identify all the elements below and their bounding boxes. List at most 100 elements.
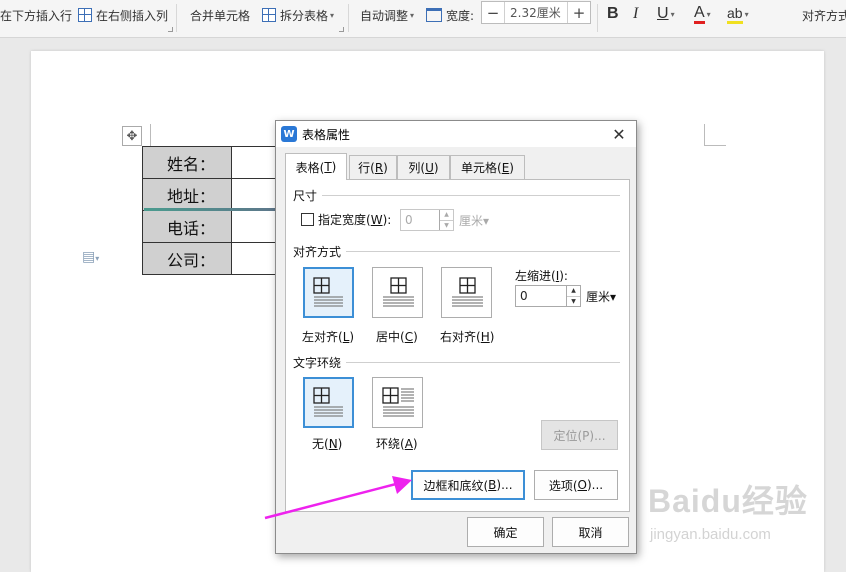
borders-shading-button[interactable]: 边框和底纹(B)... bbox=[411, 470, 525, 500]
table-cell[interactable]: 地址： bbox=[142, 178, 232, 211]
align-left-icon bbox=[313, 277, 343, 307]
option-key: N bbox=[328, 437, 338, 451]
ok-button[interactable]: 确定 bbox=[467, 517, 544, 547]
fixed-width-unit-dropdown[interactable]: 厘米▾ bbox=[459, 212, 489, 229]
section-divider bbox=[322, 195, 620, 196]
align-right-label: 右对齐(H) bbox=[440, 328, 494, 345]
insert-column-icon bbox=[78, 8, 92, 22]
split-table-icon bbox=[262, 8, 276, 22]
italic-button[interactable]: I bbox=[633, 3, 638, 25]
ribbon-toolbar: 在下方插入行 在右侧插入列 合并单元格 拆分表格 ▾ 自动调整 ▾ 宽度: − … bbox=[0, 0, 846, 38]
table-row: 姓名： bbox=[142, 146, 292, 179]
tab-table[interactable]: 表格(T) bbox=[285, 153, 347, 180]
section-divider bbox=[346, 362, 620, 363]
underline-label: U bbox=[657, 5, 669, 22]
alignment-section-heading: 对齐方式 bbox=[293, 244, 342, 259]
insert-column-right-button[interactable]: 在右侧插入列 bbox=[78, 4, 168, 26]
watermark-brand: Baidu经验 bbox=[648, 483, 808, 519]
font-color-button[interactable]: A ▾ bbox=[694, 3, 711, 25]
step-down-icon[interactable]: ▼ bbox=[567, 297, 580, 307]
chevron-down-icon: ▾ bbox=[670, 9, 675, 19]
dialog-title-bar: W 表格属性 ✕ bbox=[276, 121, 636, 147]
left-indent-label: 左缩进(I): bbox=[515, 267, 568, 284]
width-stepper[interactable]: − 2.32厘米 + bbox=[481, 1, 591, 24]
table-tab-panel: 尺寸 指定宽度(W): 0 ▲ ▼ 厘米▾ 对齐方式 左对齐(L) 居中(C) … bbox=[285, 179, 630, 512]
baidu-watermark: Baidu经验 jingyan.baidu.com bbox=[648, 476, 838, 566]
split-table-button[interactable]: 拆分表格 ▾ bbox=[262, 4, 334, 26]
step-up-icon[interactable]: ▲ bbox=[440, 210, 453, 221]
underline-button[interactable]: U ▾ bbox=[657, 3, 675, 25]
option-key: A bbox=[404, 437, 413, 451]
wrap-none-icon bbox=[313, 387, 343, 417]
tab-label-end: ) bbox=[331, 160, 337, 174]
move-icon: ✥ bbox=[126, 128, 138, 144]
option-end: ) bbox=[489, 330, 495, 344]
group-launcher[interactable] bbox=[168, 27, 173, 32]
tab-row[interactable]: 行(R) bbox=[349, 155, 397, 179]
tab-label: 单元格( bbox=[461, 161, 502, 175]
option-end: ) bbox=[349, 330, 355, 344]
wrap-none-option[interactable] bbox=[303, 377, 354, 428]
step-down-icon[interactable]: ▼ bbox=[440, 221, 453, 231]
options-button[interactable]: 选项(O)... bbox=[534, 470, 618, 500]
tab-label-end: ) bbox=[383, 160, 388, 175]
table-cell[interactable]: 公司： bbox=[142, 242, 232, 275]
chevron-down-icon: ▾ bbox=[744, 9, 749, 19]
tab-column[interactable]: 列(U) bbox=[397, 155, 450, 179]
align-right-option[interactable] bbox=[441, 267, 492, 318]
table-cell[interactable]: 姓名： bbox=[142, 146, 232, 179]
wrap-around-icon bbox=[382, 387, 414, 417]
align-left-option[interactable] bbox=[303, 267, 354, 318]
button-text: 选项( bbox=[548, 478, 578, 493]
wrapping-section-heading: 文字环绕 bbox=[293, 355, 342, 370]
fixed-width-input[interactable]: 0 bbox=[401, 210, 439, 230]
table-properties-dialog: W 表格属性 ✕ 表格(T) 行(R) 列(U) 单元格(E) 尺寸 指定宽度(… bbox=[275, 120, 637, 554]
insert-row-below-button[interactable]: 在下方插入行 bbox=[0, 4, 72, 26]
cancel-button[interactable]: 取消 bbox=[552, 517, 629, 547]
align-center-icon bbox=[383, 277, 414, 307]
option-end: ) bbox=[413, 330, 418, 344]
width-input[interactable]: 2.32厘米 bbox=[504, 2, 568, 23]
option-end: ) bbox=[412, 437, 418, 451]
option-text: 环绕( bbox=[376, 437, 405, 451]
table-cell[interactable]: 电话： bbox=[142, 210, 232, 243]
highlight-button[interactable]: ab ▾ bbox=[727, 3, 749, 25]
close-button[interactable]: ✕ bbox=[608, 123, 630, 145]
button-end: )... bbox=[587, 478, 604, 492]
decrease-width-button[interactable]: − bbox=[482, 2, 504, 23]
merge-cells-button[interactable]: 合并单元格 bbox=[190, 4, 250, 26]
table-move-handle[interactable]: ✥ bbox=[122, 126, 142, 146]
highlight-icon: ab bbox=[727, 5, 743, 24]
crop-mark bbox=[704, 124, 726, 146]
watermark-url: jingyan.baidu.com bbox=[650, 526, 771, 543]
ribbon-separator bbox=[348, 4, 349, 32]
step-up-icon[interactable]: ▲ bbox=[567, 286, 580, 297]
tab-key: R bbox=[374, 160, 384, 175]
left-indent-stepper[interactable]: 0 ▲ ▼ bbox=[515, 285, 581, 307]
tab-key: U bbox=[425, 160, 434, 175]
stepper-buttons[interactable]: ▲ ▼ bbox=[439, 210, 453, 230]
group-launcher[interactable] bbox=[339, 27, 344, 32]
position-button[interactable]: 定位(P)... bbox=[541, 420, 618, 450]
fixed-width-checkbox[interactable] bbox=[301, 213, 314, 226]
left-indent-input[interactable]: 0 bbox=[516, 286, 566, 306]
align-mode-label: 对齐方式 bbox=[802, 8, 846, 23]
ribbon-separator bbox=[597, 4, 598, 32]
tab-label-end: ) bbox=[509, 160, 514, 175]
left-indent-unit-dropdown[interactable]: 厘米▾ bbox=[586, 288, 616, 305]
option-key: C bbox=[404, 330, 414, 344]
bold-button[interactable]: B bbox=[607, 3, 619, 25]
fixed-width-text: 指定宽度( bbox=[318, 213, 371, 227]
stepper-buttons[interactable]: ▲ ▼ bbox=[566, 286, 580, 306]
align-left-label: 左对齐(L) bbox=[302, 328, 354, 345]
insert-column-right-label: 在右侧插入列 bbox=[96, 8, 169, 23]
tab-label: 列( bbox=[408, 161, 426, 175]
auto-fit-button[interactable]: 自动调整 ▾ bbox=[360, 4, 414, 26]
wrap-around-option[interactable] bbox=[372, 377, 423, 428]
paragraph-options-icon[interactable]: ▤▾ bbox=[82, 249, 99, 265]
increase-width-button[interactable]: + bbox=[568, 2, 590, 23]
fixed-width-stepper[interactable]: 0 ▲ ▼ bbox=[400, 209, 454, 231]
tab-cell[interactable]: 单元格(E) bbox=[450, 155, 525, 179]
align-center-option[interactable] bbox=[372, 267, 423, 318]
align-mode-button[interactable]: 对齐方式 bbox=[802, 4, 846, 26]
